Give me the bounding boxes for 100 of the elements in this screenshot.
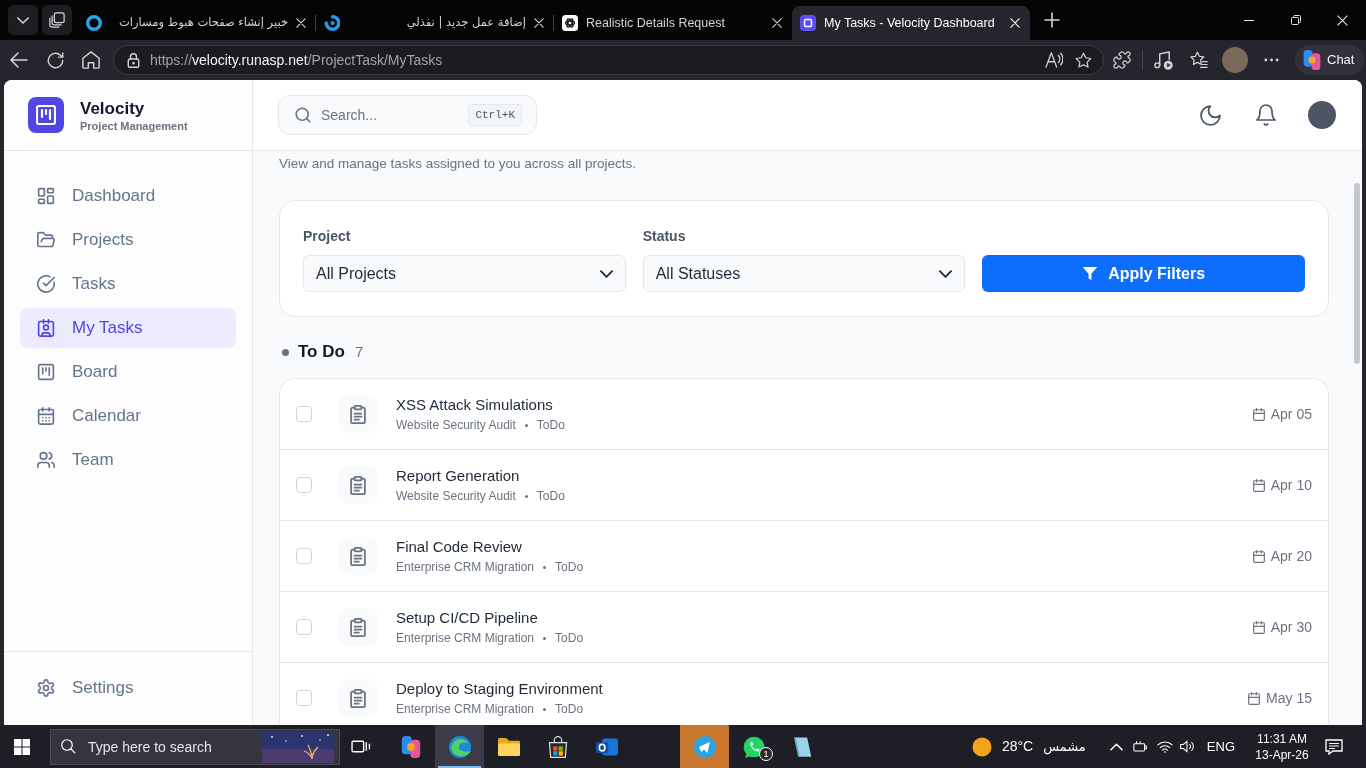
back-arrow-icon[interactable] [10,52,28,68]
calendar-icon [1252,478,1265,492]
star-icon[interactable] [1075,51,1092,69]
close-icon[interactable] [772,18,782,28]
kanban-icon [37,363,55,381]
chevron-down-icon [939,269,953,278]
lock-icon[interactable] [127,52,140,68]
app-icon [800,15,816,31]
battery-icon[interactable] [1132,740,1149,753]
weather-temperature: 28°C [1001,737,1034,756]
task-due-date: May 15 [1266,688,1312,708]
task-due-date: Apr 20 [1270,546,1312,566]
search-icon [295,107,311,123]
shopping-bag-icon [546,735,569,758]
nav-item[interactable]: My Tasks [20,308,236,348]
tab-actions-button[interactable] [8,5,38,35]
scrollbar-thumb[interactable] [1354,183,1360,364]
brand-name: Velocity [80,97,146,119]
profile-avatar[interactable] [1222,47,1248,73]
nav-item[interactable]: Team [20,440,236,480]
browser-tab[interactable]: My Tasks - Velocity Dashboard [792,6,1030,40]
plus-icon[interactable] [1044,12,1060,28]
bell-icon[interactable] [1256,104,1276,126]
dropdown-select[interactable]: All Statuses [642,255,966,292]
speaker-icon[interactable] [1178,740,1195,753]
calendar-icon [1252,549,1265,563]
chevron-up-icon[interactable] [1109,742,1123,751]
address-field[interactable]: https://velocity.runasp.net/ProjectTask/MyTasks [113,45,1104,75]
search-icon [61,738,76,754]
task-checkbox[interactable] [296,548,312,564]
page-description: View and manage tasks assigned to you across all projects. [279,155,637,173]
folder-icon [497,735,520,758]
nav-item[interactable]: Dashboard [20,176,236,216]
start-icon[interactable] [14,738,30,755]
task-due-date: Apr 05 [1270,404,1312,424]
taskbar-app-button[interactable]: 1 [729,725,778,768]
task-checkbox[interactable] [296,477,312,493]
clipboard-icon [339,537,377,575]
sun-icon [971,736,992,757]
task-count: 7 [354,341,364,362]
group-title: To Do [298,341,345,364]
keyboard-shortcut: Ctrl+K [468,104,522,126]
browser-tab[interactable]: إضافة عمل جديد | نفذلي [316,6,554,40]
field-label: Status [642,227,687,246]
task-status: ToDo [555,630,584,646]
task-title: Report Generation [396,466,520,486]
calendar-icon [1252,407,1265,421]
task-status: ToDo [536,417,565,433]
browser-tab[interactable]: Realistic Details Request [554,6,792,40]
clipboard-icon [339,679,377,717]
task-checkbox[interactable] [296,619,312,635]
moon-icon[interactable] [1200,104,1221,126]
task-view-icon [351,740,371,753]
mail-icon [595,735,618,758]
chat-bubble-icon [742,735,765,758]
close-icon[interactable] [534,18,544,28]
nav-item[interactable]: Projects [20,220,236,260]
task-title: Final Code Review [396,537,522,557]
gear-icon [37,679,55,697]
minimize-icon[interactable] [1244,19,1254,21]
task-due-date: Apr 30 [1270,617,1312,637]
read-aloud-icon[interactable] [1045,52,1063,68]
users-icon [37,451,55,469]
nav-item[interactable]: Tasks [20,264,236,304]
dropdown-select[interactable]: All Projects [303,255,626,292]
calendar-icon [1248,691,1261,705]
task-checkbox[interactable] [296,406,312,422]
puzzle-icon[interactable] [1113,51,1131,69]
chevron-down-icon [599,269,613,278]
task-title: Deploy to Staging Environment [396,679,603,699]
task-title: XSS Attack Simulations [396,395,553,415]
browser-tab[interactable]: خبير إنشاء صفحات هبوط ومسارات [78,6,316,40]
chat-button[interactable]: Chat [1295,45,1365,75]
close-icon[interactable] [296,18,306,28]
task-checkbox[interactable] [296,690,312,706]
workspaces-button[interactable] [42,5,72,35]
music-note-icon[interactable] [1153,50,1173,70]
field-label: Project [303,227,352,246]
nav-item[interactable]: Board [20,352,236,392]
wifi-icon[interactable] [1156,740,1173,753]
home-icon[interactable] [82,51,100,69]
clock-time[interactable]: 11:31 AM [1257,730,1307,747]
swirl-icon [324,15,340,31]
apply-filters-button[interactable]: Apply Filters [982,255,1305,292]
flower-icon [562,15,578,31]
avatar-placeholder[interactable] [1308,101,1336,129]
reload-icon[interactable] [46,51,64,69]
restore-icon[interactable] [1290,15,1301,25]
notification-icon[interactable] [1325,738,1343,755]
task-project: Website Security Audit [396,417,516,433]
task-status: ToDo [536,488,565,504]
folder-icon [37,231,55,249]
nav-item[interactable]: Settings [20,668,236,708]
star-list-icon[interactable] [1190,51,1208,69]
nav-item[interactable]: Calendar [20,396,236,436]
language-indicator[interactable]: ENG [1206,736,1235,757]
clock-date[interactable]: 13-Apr-26 [1255,746,1309,763]
close-icon[interactable] [1337,14,1348,26]
more-icon[interactable] [1263,58,1279,62]
overlapping-tiles-icon [1303,50,1321,70]
